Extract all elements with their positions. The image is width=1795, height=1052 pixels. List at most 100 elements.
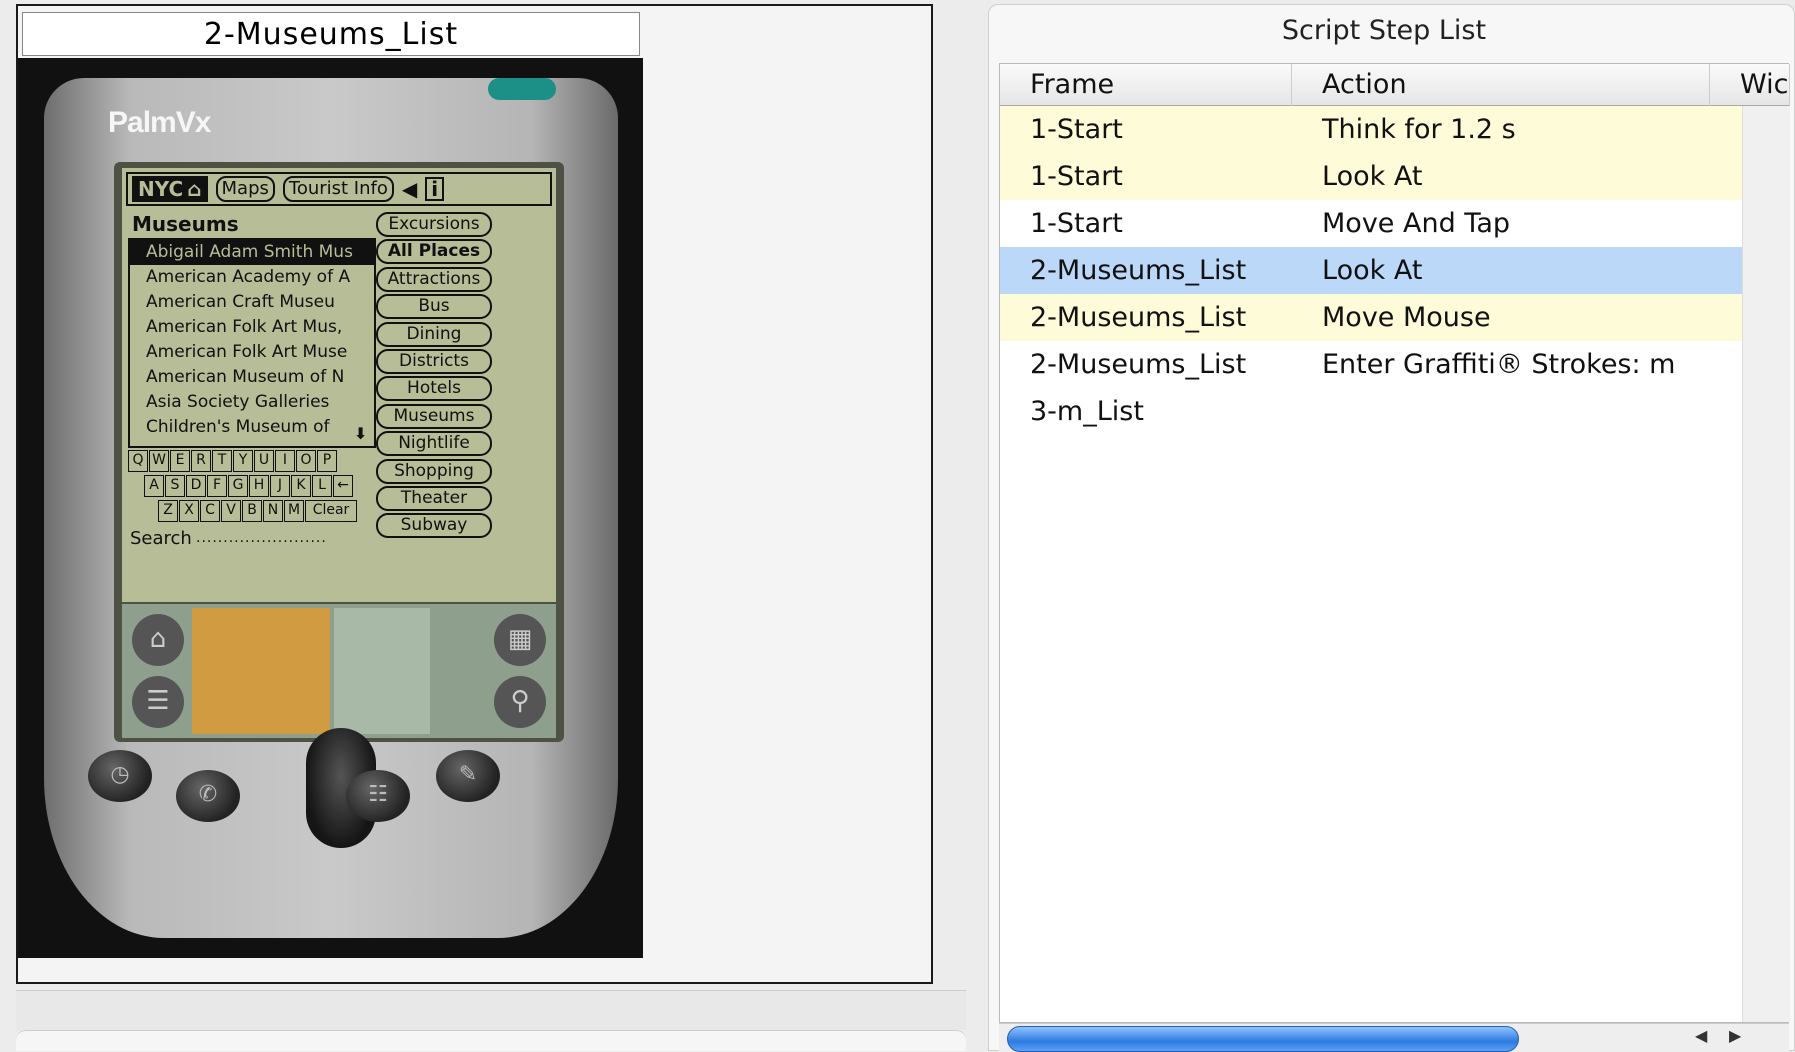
category-button[interactable]: Subway (376, 513, 492, 539)
keyboard-key[interactable]: P (317, 450, 337, 472)
keyboard-key[interactable]: K (291, 475, 311, 497)
keyboard-key[interactable]: Z (158, 500, 178, 522)
keyboard-key[interactable]: T (212, 450, 232, 472)
table-row-selected[interactable]: 2-Museums_List Look At (1000, 247, 1742, 294)
graffiti-area[interactable]: ⌂ ☰ ▦ ⚲ (122, 604, 556, 738)
category-button[interactable]: Dining (376, 321, 492, 347)
scroll-right-icon[interactable]: ▶ (1729, 1026, 1741, 1045)
keyboard-key[interactable]: B (242, 500, 262, 522)
app-topbar: NYC ⌂ Maps Tourist Info ◀ i (126, 172, 552, 206)
horizontal-scrollbar[interactable]: ◀ ▶ (999, 1023, 1789, 1052)
graffiti-letters-pad[interactable] (192, 608, 330, 734)
column-header-action[interactable]: Action (1292, 64, 1710, 106)
maps-tab[interactable]: Maps (215, 176, 275, 202)
keyboard-key[interactable]: F (207, 475, 227, 497)
category-button[interactable]: Theater (376, 485, 492, 511)
home-icon[interactable]: ⌂ (132, 614, 184, 666)
info-icon[interactable]: i (425, 177, 445, 201)
keyboard-key[interactable]: J (270, 475, 290, 497)
keyboard-key[interactable]: C (200, 500, 220, 522)
vertical-scrollbar[interactable] (1742, 106, 1790, 1022)
list-item[interactable]: American Museum of N (130, 365, 374, 390)
keyboard-key[interactable]: D (186, 475, 206, 497)
column-header-frame[interactable]: Frame (1000, 64, 1292, 106)
category-button[interactable]: Attractions (376, 266, 492, 292)
list-item[interactable]: Abigail Adam Smith Mus (130, 240, 374, 265)
keyboard-key[interactable]: S (165, 475, 185, 497)
list-item[interactable]: American Craft Museu (130, 290, 374, 315)
scroll-down-icon[interactable]: ⬇ (354, 424, 367, 443)
keyboard-key[interactable]: U (254, 450, 274, 472)
table-row[interactable]: 1-Start Think for 1.2 s (1000, 106, 1742, 153)
menu-icon[interactable]: ☰ (132, 676, 184, 728)
category-button[interactable]: Nightlife (376, 431, 492, 457)
keyboard-key[interactable]: I (275, 450, 295, 472)
category-button[interactable]: Shopping (376, 458, 492, 484)
keyboard-key[interactable]: A (144, 475, 164, 497)
list-item[interactable]: American Academy of A (130, 265, 374, 290)
category-button[interactable]: Bus (376, 294, 492, 320)
keyboard-key[interactable]: Q (128, 450, 148, 472)
table-row[interactable]: 1-Start Look At (1000, 153, 1742, 200)
list-heading: Museums (132, 212, 239, 236)
cell-action: Move Mouse (1322, 302, 1491, 333)
calculator-icon[interactable]: ▦ (494, 614, 546, 666)
todo-button-icon[interactable]: ☷ (346, 770, 410, 822)
category-button[interactable]: Hotels (376, 376, 492, 402)
keyboard-key[interactable]: H (249, 475, 269, 497)
table-row[interactable]: 1-Start Move And Tap (1000, 200, 1742, 247)
palm-screen[interactable]: NYC ⌂ Maps Tourist Info ◀ i Museums Abig… (122, 168, 556, 602)
cell-frame: 2-Museums_List (1030, 349, 1247, 380)
search-input[interactable]: ........................ (196, 530, 327, 546)
category-button[interactable]: All Places (376, 239, 492, 265)
cell-action: Look At (1322, 255, 1423, 286)
keyboard-key[interactable]: W (149, 450, 169, 472)
graffiti-numbers-pad[interactable] (334, 608, 430, 734)
script-step-list-panel: Script Step List Frame Action Wic 1-Star… (988, 4, 1795, 1052)
list-item[interactable]: Children's Museum of (130, 415, 374, 440)
keyboard-key[interactable]: N (263, 500, 283, 522)
keyboard-key[interactable]: O (296, 450, 316, 472)
list-item[interactable]: American Folk Art Mus, (130, 315, 374, 340)
column-header-widget[interactable]: Wic (1710, 64, 1790, 106)
scrollbar-thumb[interactable] (1007, 1026, 1519, 1052)
keyboard-key[interactable]: V (221, 500, 241, 522)
nyc-home-button[interactable]: NYC ⌂ (132, 176, 208, 202)
list-item[interactable]: Asia Society Galleries (130, 390, 374, 415)
phone-button-icon[interactable]: ✆ (176, 770, 240, 822)
cell-frame: 1-Start (1030, 161, 1123, 192)
datebook-button-icon[interactable]: ◷ (88, 750, 152, 802)
cell-frame: 3-m_List (1030, 396, 1144, 427)
scroll-left-icon[interactable]: ◀ (1695, 1026, 1707, 1045)
keyboard-key[interactable]: Y (233, 450, 253, 472)
table-row[interactable]: 2-Museums_List Move Mouse (1000, 294, 1742, 341)
keyboard-key[interactable]: Clear (305, 500, 357, 522)
table-row[interactable]: 3-m_List (1000, 388, 1742, 435)
memo-button-icon[interactable]: ✎ (436, 750, 500, 802)
table-header: Frame Action Wic (1000, 64, 1790, 106)
keyboard-key[interactable]: L (312, 475, 332, 497)
category-button[interactable]: Excursions (376, 212, 492, 237)
tourist-info-tab[interactable]: Tourist Info (282, 176, 394, 202)
script-step-table: Frame Action Wic 1-Start Think for 1.2 s… (999, 63, 1790, 1023)
keyboard-key[interactable]: X (179, 500, 199, 522)
search-label: Search (130, 528, 192, 549)
find-icon[interactable]: ⚲ (494, 676, 546, 728)
keyboard-key[interactable]: M (284, 500, 304, 522)
stylus-icon (488, 78, 556, 100)
keyboard-key[interactable]: R (191, 450, 211, 472)
frame-preview-panel: 2-Museums_List PalmVx NYC ⌂ Maps Tourist… (16, 4, 933, 984)
museum-list[interactable]: Abigail Adam Smith Mus American Academy … (128, 238, 376, 448)
device-image: PalmVx NYC ⌂ Maps Tourist Info ◀ i Museu… (18, 58, 643, 958)
keyboard-key[interactable]: ← (333, 475, 353, 497)
keyboard-key[interactable]: G (228, 475, 248, 497)
table-row[interactable]: 2-Museums_List Enter Graffiti® Strokes: … (1000, 341, 1742, 388)
keyboard-row: A S D F G H J K L ← (128, 475, 374, 498)
list-item[interactable]: American Folk Art Muse (130, 340, 374, 365)
keyboard-key[interactable]: E (170, 450, 190, 472)
category-button[interactable]: Districts (376, 348, 492, 374)
arrow-left-icon[interactable]: ◀ (402, 177, 417, 201)
table-body: 1-Start Think for 1.2 s 1-Start Look At … (1000, 106, 1742, 435)
cell-action: Move And Tap (1322, 208, 1510, 239)
category-button[interactable]: Museums (376, 403, 492, 429)
